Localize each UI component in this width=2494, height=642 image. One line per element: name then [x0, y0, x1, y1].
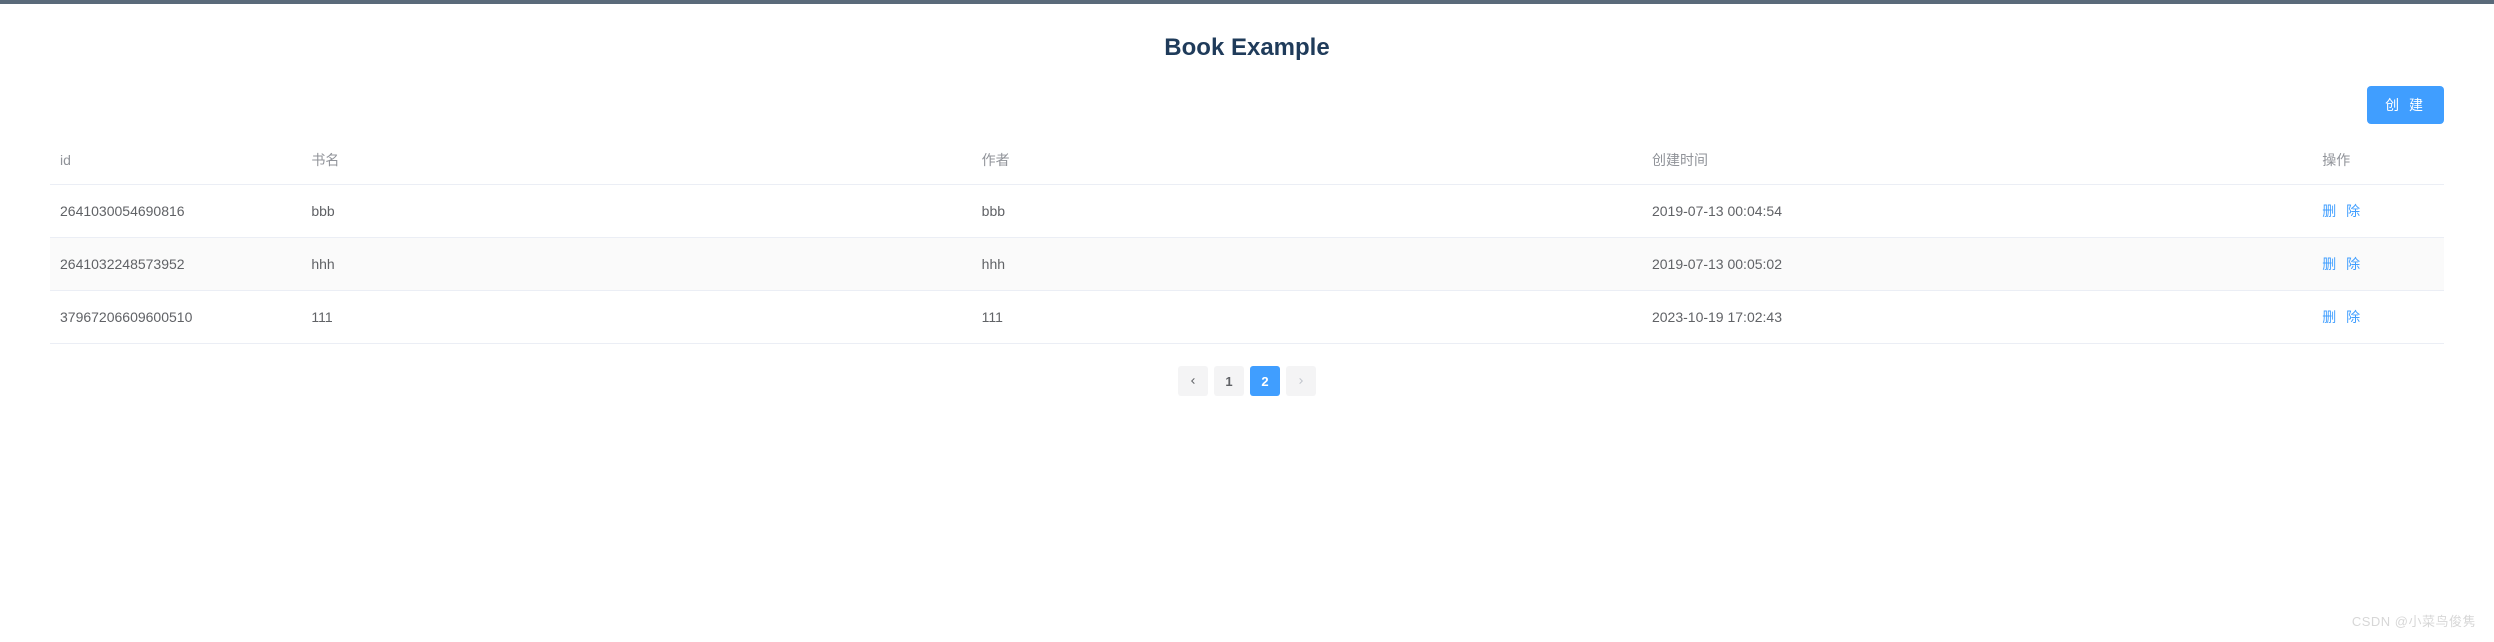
pager-next-button[interactable]	[1286, 366, 1316, 396]
col-header-created: 创建时间	[1642, 136, 2312, 185]
pager-prev-button[interactable]	[1178, 366, 1208, 396]
toolbar: 创 建	[50, 86, 2444, 124]
cell-created: 2023-10-19 17:02:43	[1642, 291, 2312, 344]
table-row: 2641030054690816 bbb bbb 2019-07-13 00:0…	[50, 185, 2444, 238]
cell-id: 37967206609600510	[50, 291, 301, 344]
create-button[interactable]: 创 建	[2367, 86, 2444, 124]
cell-author: bbb	[972, 185, 1642, 238]
col-header-name: 书名	[301, 136, 971, 185]
chevron-right-icon	[1295, 375, 1307, 387]
cell-name: bbb	[301, 185, 971, 238]
cell-created: 2019-07-13 00:05:02	[1642, 238, 2312, 291]
cell-name: 111	[301, 291, 971, 344]
watermark: CSDN @小菜鸟俊隽	[2352, 611, 2476, 630]
cell-name: hhh	[301, 238, 971, 291]
col-header-ops: 操作	[2312, 136, 2444, 185]
cell-id: 2641030054690816	[50, 185, 301, 238]
pagination: 1 2	[50, 366, 2444, 396]
cell-id: 2641032248573952	[50, 238, 301, 291]
pager-page-1[interactable]: 1	[1214, 366, 1244, 396]
page-title: Book Example	[50, 34, 2444, 62]
table-header-row: id 书名 作者 创建时间 操作	[50, 136, 2444, 185]
chevron-left-icon	[1187, 375, 1199, 387]
pager-page-2[interactable]: 2	[1250, 366, 1280, 396]
col-header-author: 作者	[972, 136, 1642, 185]
delete-button[interactable]: 删 除	[2322, 203, 2363, 219]
cell-author: 111	[972, 291, 1642, 344]
col-header-id: id	[50, 136, 301, 185]
delete-button[interactable]: 删 除	[2322, 309, 2363, 325]
book-table: id 书名 作者 创建时间 操作 2641030054690816 bbb bb…	[50, 136, 2444, 344]
delete-button[interactable]: 删 除	[2322, 256, 2363, 272]
cell-author: hhh	[972, 238, 1642, 291]
table-row: 2641032248573952 hhh hhh 2019-07-13 00:0…	[50, 238, 2444, 291]
table-row: 37967206609600510 111 111 2023-10-19 17:…	[50, 291, 2444, 344]
cell-created: 2019-07-13 00:04:54	[1642, 185, 2312, 238]
